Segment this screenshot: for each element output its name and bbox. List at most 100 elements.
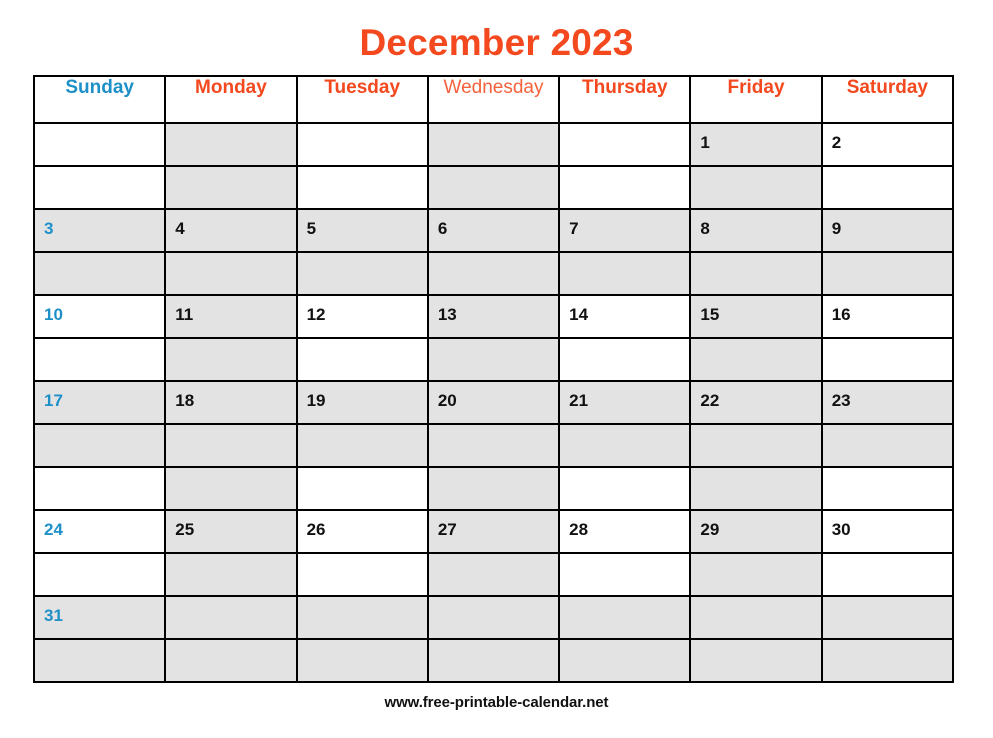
- day-cell-empty[interactable]: [32, 121, 167, 167]
- day-cell-11[interactable]: 11: [164, 293, 298, 339]
- day-cell-empty[interactable]: [426, 164, 561, 210]
- calendar-week-row: [32, 422, 955, 468]
- day-cell-28[interactable]: 28: [558, 508, 692, 554]
- day-cell-empty[interactable]: [426, 250, 561, 296]
- day-cell-17[interactable]: 17: [32, 379, 167, 425]
- day-number: 11: [175, 304, 194, 324]
- day-cell-7[interactable]: 7: [558, 207, 692, 253]
- day-cell-empty[interactable]: [295, 422, 429, 468]
- day-cell-23[interactable]: 23: [820, 379, 955, 425]
- day-cell-empty[interactable]: [558, 250, 692, 296]
- day-cell-empty[interactable]: [426, 336, 561, 382]
- day-cell-31[interactable]: 31: [32, 594, 167, 640]
- day-cell-25[interactable]: 25: [164, 508, 298, 554]
- day-cell-empty[interactable]: [164, 336, 298, 382]
- day-cell-21[interactable]: 21: [558, 379, 692, 425]
- day-cell-empty[interactable]: [295, 594, 429, 640]
- day-cell-empty[interactable]: [820, 422, 955, 468]
- day-cell-empty[interactable]: [164, 121, 298, 167]
- day-number: 5: [306, 218, 317, 238]
- day-cell-empty[interactable]: [689, 422, 823, 468]
- day-cell-empty[interactable]: [558, 594, 692, 640]
- day-cell-empty[interactable]: [820, 336, 955, 382]
- day-cell-empty[interactable]: [164, 594, 298, 640]
- day-cell-4[interactable]: 4: [164, 207, 298, 253]
- day-cell-14[interactable]: 14: [558, 293, 692, 339]
- day-cell-empty[interactable]: [558, 551, 692, 597]
- day-cell-empty[interactable]: [164, 551, 298, 597]
- day-cell-empty[interactable]: [426, 637, 561, 683]
- day-cell-empty[interactable]: [820, 551, 955, 597]
- day-cell-empty[interactable]: [689, 551, 823, 597]
- day-cell-empty[interactable]: [295, 121, 429, 167]
- day-cell-empty[interactable]: [295, 637, 429, 683]
- day-cell-empty[interactable]: [820, 250, 955, 296]
- day-cell-empty[interactable]: [558, 121, 692, 167]
- day-cell-3[interactable]: 3: [32, 207, 167, 253]
- day-cell-18[interactable]: 18: [164, 379, 298, 425]
- day-number: 31: [44, 605, 63, 625]
- day-cell-empty[interactable]: [164, 250, 298, 296]
- day-cell-9[interactable]: 9: [820, 207, 955, 253]
- day-cell-5[interactable]: 5: [295, 207, 429, 253]
- day-number: 26: [306, 519, 326, 539]
- day-cell-empty[interactable]: [689, 637, 823, 683]
- day-cell-empty[interactable]: [164, 637, 298, 683]
- day-cell-2[interactable]: 2: [820, 121, 955, 167]
- day-cell-15[interactable]: 15: [689, 293, 823, 339]
- day-cell-16[interactable]: 16: [820, 293, 955, 339]
- day-cell-empty[interactable]: [426, 422, 561, 468]
- day-cell-27[interactable]: 27: [426, 508, 561, 554]
- day-cell-empty[interactable]: [689, 250, 823, 296]
- day-cell-6[interactable]: 6: [426, 207, 561, 253]
- day-cell-empty[interactable]: [32, 551, 167, 597]
- day-cell-empty[interactable]: [295, 250, 429, 296]
- day-cell-1[interactable]: 1: [689, 121, 823, 167]
- day-cell-empty[interactable]: [820, 164, 955, 210]
- day-cell-8[interactable]: 8: [689, 207, 823, 253]
- day-cell-29[interactable]: 29: [689, 508, 823, 554]
- page-title: December 2023: [359, 22, 634, 63]
- day-number: 12: [306, 304, 326, 324]
- day-cell-empty[interactable]: [689, 594, 823, 640]
- day-cell-empty[interactable]: [820, 465, 955, 511]
- day-cell-empty[interactable]: [32, 336, 167, 382]
- day-cell-26[interactable]: 26: [295, 508, 429, 554]
- day-cell-empty[interactable]: [820, 594, 955, 640]
- day-cell-empty[interactable]: [558, 465, 692, 511]
- day-cell-empty[interactable]: [689, 336, 823, 382]
- day-cell-empty[interactable]: [558, 336, 692, 382]
- day-cell-empty[interactable]: [689, 164, 823, 210]
- day-cell-empty[interactable]: [164, 465, 298, 511]
- day-cell-empty[interactable]: [558, 422, 692, 468]
- day-cell-empty[interactable]: [295, 336, 429, 382]
- day-cell-empty[interactable]: [295, 164, 429, 210]
- day-cell-empty[interactable]: [295, 465, 429, 511]
- day-cell-empty[interactable]: [426, 594, 561, 640]
- day-number: 13: [437, 304, 457, 324]
- day-cell-empty[interactable]: [558, 164, 692, 210]
- day-cell-empty[interactable]: [689, 465, 823, 511]
- day-cell-empty[interactable]: [164, 422, 298, 468]
- day-cell-empty[interactable]: [32, 422, 167, 468]
- day-cell-24[interactable]: 24: [32, 508, 167, 554]
- day-cell-empty[interactable]: [426, 121, 561, 167]
- day-cell-empty[interactable]: [820, 637, 955, 683]
- day-cell-empty[interactable]: [32, 250, 167, 296]
- day-cell-empty[interactable]: [558, 637, 692, 683]
- day-cell-empty[interactable]: [426, 465, 561, 511]
- day-cell-30[interactable]: 30: [820, 508, 955, 554]
- day-cell-10[interactable]: 10: [32, 293, 167, 339]
- day-cell-12[interactable]: 12: [295, 293, 429, 339]
- day-cell-empty[interactable]: [426, 551, 561, 597]
- day-cell-19[interactable]: 19: [295, 379, 429, 425]
- day-cell-empty[interactable]: [295, 551, 429, 597]
- day-cell-empty[interactable]: [164, 164, 298, 210]
- day-cell-empty[interactable]: [32, 465, 167, 511]
- day-cell-13[interactable]: 13: [426, 293, 561, 339]
- day-cell-20[interactable]: 20: [426, 379, 561, 425]
- day-cell-empty[interactable]: [32, 637, 167, 683]
- calendar-week-row: 3 4 5 6 7 8 9: [32, 207, 955, 253]
- day-cell-empty[interactable]: [32, 164, 167, 210]
- day-cell-22[interactable]: 22: [689, 379, 823, 425]
